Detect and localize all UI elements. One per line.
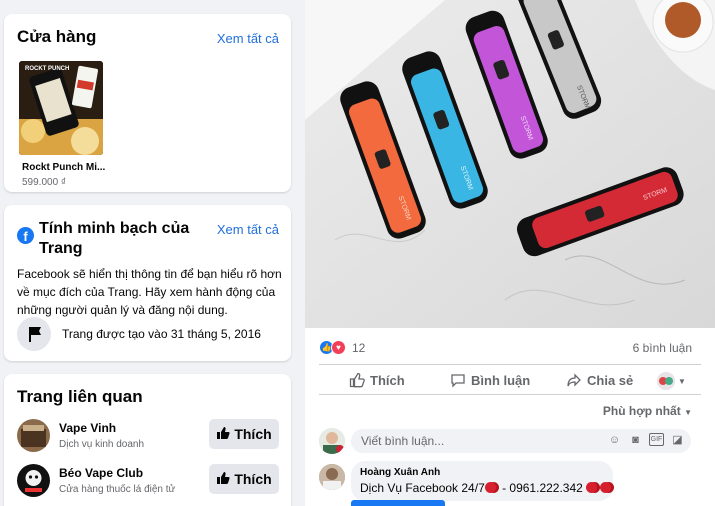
comment-author[interactable]: Hoàng Xuân Anh xyxy=(360,467,440,478)
shop-see-all-link[interactable]: Xem tất cả xyxy=(217,31,279,46)
comment-input-placeholder: Viết bình luận... xyxy=(361,434,445,448)
divider xyxy=(319,364,701,365)
like-button[interactable]: Thích xyxy=(349,372,405,388)
post-as-selector[interactable]: ▼ xyxy=(657,372,686,390)
caret-down-icon: ▼ xyxy=(678,376,686,386)
share-icon xyxy=(567,373,581,387)
transparency-description: Facebook sẽ hiển thị thông tin để bạn hi… xyxy=(17,267,282,317)
thumbs-up-icon xyxy=(216,426,230,443)
comment-text-part: - 0961.222.342 xyxy=(498,481,587,495)
hibiscus-emoji-icon xyxy=(600,482,612,493)
product-price: 599.000 ₫ xyxy=(22,177,67,188)
related-page-item[interactable]: Béo Vape Club Cửa hàng thuốc lá điện tử … xyxy=(17,464,287,504)
like-page-label: Thích xyxy=(234,426,272,442)
avatar xyxy=(657,372,675,390)
page-created-date: Trang được tạo vào 31 tháng 5, 2016 xyxy=(62,327,261,341)
hibiscus-emoji-icon xyxy=(586,482,598,493)
like-page-button[interactable]: Thích xyxy=(209,464,279,494)
comment-count[interactable]: 6 bình luận xyxy=(633,341,692,355)
transparency-title: Tính minh bạch của Trang xyxy=(39,220,190,257)
comment-input[interactable]: Viết bình luận... ☺ ◙ GIF ◪ xyxy=(351,429,691,453)
related-page-item[interactable]: Vape Vinh Dịch vụ kinh doanh Thích xyxy=(17,419,287,459)
caret-down-icon: ▼ xyxy=(684,408,692,417)
page-transparency-card: f Tính minh bạch của Trang Xem tất cả Fa… xyxy=(4,205,291,361)
reaction-count[interactable]: 12 xyxy=(352,341,365,355)
page-avatar[interactable] xyxy=(17,464,50,497)
like-label: Thích xyxy=(370,372,405,388)
comment-label: Bình luận xyxy=(471,372,531,388)
shop-card: Cửa hàng Xem tất cả ROCKT PUNCH Rockt Pu… xyxy=(4,14,291,192)
product-image-text: ROCKT PUNCH xyxy=(25,66,69,72)
related-pages-title: Trang liên quan xyxy=(17,387,143,406)
hibiscus-emoji-icon xyxy=(484,482,496,493)
product-name[interactable]: Rockt Punch Mi... xyxy=(22,162,112,173)
shop-title: Cửa hàng xyxy=(17,27,97,46)
link-preview[interactable] xyxy=(351,500,445,506)
flag-icon xyxy=(17,317,51,351)
transparency-see-all-link[interactable]: Xem tất cả xyxy=(217,222,279,237)
related-page-category: Dịch vụ kinh doanh xyxy=(59,439,145,450)
comment-bubble: Hoàng Xuân Anh Dịch Vụ Facebook 24/7 - 0… xyxy=(351,461,613,501)
reactions-summary[interactable]: 👍 ♥ 12 xyxy=(319,340,365,355)
comment-icon xyxy=(451,374,465,388)
comment-sort-dropdown[interactable]: Phù hợp nhất ▼ xyxy=(603,404,692,418)
facebook-icon: f xyxy=(17,227,34,244)
gif-icon[interactable]: GIF xyxy=(649,433,664,446)
page-avatar[interactable] xyxy=(17,419,50,452)
comment-button[interactable]: Bình luận xyxy=(450,372,530,388)
related-pages-card: Trang liên quan Vape Vinh Dịch vụ kinh d… xyxy=(4,374,291,506)
like-page-label: Thích xyxy=(234,471,272,487)
divider xyxy=(319,394,701,395)
post-card: STORM STORM STORM STORM STORM 👍 ♥ 12 6 b… xyxy=(305,0,715,506)
post-photo[interactable]: STORM STORM STORM STORM STORM xyxy=(305,0,715,328)
like-page-button[interactable]: Thích xyxy=(209,419,279,449)
current-user-avatar[interactable] xyxy=(319,428,345,454)
commenter-avatar[interactable] xyxy=(319,464,345,490)
related-page-name[interactable]: Vape Vinh xyxy=(59,421,116,435)
camera-icon[interactable]: ◙ xyxy=(628,433,643,448)
sticker-icon[interactable]: ◪ xyxy=(670,433,685,448)
thumbs-up-icon xyxy=(216,471,230,488)
comment-text: Dịch Vụ Facebook 24/7 - 0961.222.342 xyxy=(360,481,614,495)
comment-text-part: Dịch Vụ Facebook 24/7 xyxy=(360,481,485,495)
love-reaction-icon: ♥ xyxy=(331,340,346,355)
related-page-category: Cửa hàng thuốc lá điện tử xyxy=(59,484,176,495)
product-image[interactable]: ROCKT PUNCH xyxy=(19,61,103,155)
related-page-name[interactable]: Béo Vape Club xyxy=(59,466,143,480)
share-button[interactable]: Chia sẻ xyxy=(566,372,633,388)
share-label: Chia sẻ xyxy=(587,372,634,388)
comment-sort-label: Phù hợp nhất xyxy=(602,404,681,418)
emoji-icon[interactable]: ☺ xyxy=(607,433,622,448)
thumbs-up-icon xyxy=(349,372,365,388)
